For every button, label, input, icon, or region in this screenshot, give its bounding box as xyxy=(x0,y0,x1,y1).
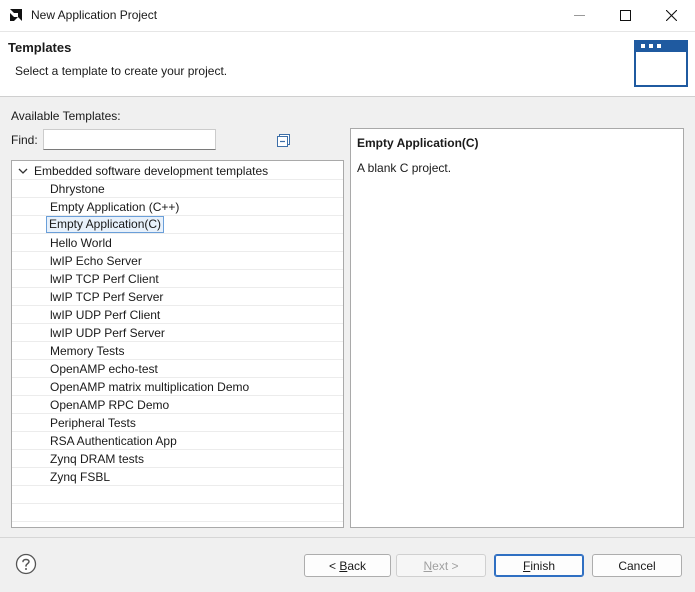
tree-item-label: Zynq FSBL xyxy=(50,470,111,484)
tree-item-label: lwIP UDP Perf Client xyxy=(50,308,161,322)
footer-divider xyxy=(0,537,695,538)
available-templates-label: Available Templates: xyxy=(11,109,121,123)
tree-category-label: Embedded software development templates xyxy=(34,164,269,178)
finish-button[interactable]: Finish xyxy=(494,554,584,577)
collapse-all-icon[interactable] xyxy=(276,133,291,148)
minimize-icon xyxy=(573,15,585,16)
description-title: Empty Application(C) xyxy=(357,136,479,150)
back-label-rest: ack xyxy=(347,558,367,573)
tree-item[interactable]: lwIP Echo Server xyxy=(12,252,343,270)
tree-item-label: Empty Application(C) xyxy=(46,216,165,233)
tree-item[interactable]: RSA Authentication App xyxy=(12,432,343,450)
tree-item[interactable]: lwIP TCP Perf Server xyxy=(12,288,343,306)
window-title: New Application Project xyxy=(31,8,158,22)
find-input[interactable] xyxy=(43,129,216,150)
back-mnemonic: B xyxy=(339,558,348,573)
close-icon xyxy=(665,10,677,21)
chevron-down-icon[interactable] xyxy=(18,167,28,175)
window-template-icon xyxy=(634,40,688,87)
tree-item-label: lwIP UDP Perf Server xyxy=(50,326,165,340)
close-button[interactable] xyxy=(648,0,694,31)
tree-item-label: OpenAMP matrix multiplication Demo xyxy=(50,380,250,394)
find-label: Find: xyxy=(11,133,38,147)
tree-item[interactable]: Empty Application (C++) xyxy=(12,198,343,216)
tree-item[interactable]: lwIP UDP Perf Client xyxy=(12,306,343,324)
tree-item-label: Zynq DRAM tests xyxy=(50,452,145,466)
tree-item[interactable]: lwIP TCP Perf Client xyxy=(12,270,343,288)
tree-item-label: lwIP Echo Server xyxy=(50,254,142,268)
template-description-panel: Empty Application(C) A blank C project. xyxy=(350,128,684,528)
maximize-button[interactable] xyxy=(602,0,648,31)
tree-empty-row xyxy=(12,486,343,504)
back-prefix: < xyxy=(328,558,340,573)
tree-item-label: OpenAMP echo-test xyxy=(50,362,158,376)
templates-tree[interactable]: Embedded software development templates … xyxy=(11,160,344,528)
tree-item-label: lwIP TCP Perf Server xyxy=(50,290,164,304)
tree-item[interactable]: Peripheral Tests xyxy=(12,414,343,432)
finish-label-rest: inish xyxy=(530,558,556,573)
wizard-header: Templates Select a template to create yo… xyxy=(0,32,695,97)
tree-item[interactable]: Dhrystone xyxy=(12,180,343,198)
tree-item-label: Dhrystone xyxy=(50,182,105,196)
tree-item[interactable]: OpenAMP echo-test xyxy=(12,360,343,378)
tree-item-label: OpenAMP RPC Demo xyxy=(50,398,170,412)
description-body: A blank C project. xyxy=(357,161,452,175)
page-title: Templates xyxy=(8,40,72,55)
amd-logo-icon xyxy=(10,9,22,21)
minimize-button[interactable] xyxy=(556,0,602,31)
tree-category-row[interactable]: Embedded software development templates xyxy=(12,162,343,180)
next-label-rest: ext > xyxy=(432,558,459,573)
tree-item-label: Peripheral Tests xyxy=(50,416,136,430)
maximize-icon xyxy=(619,10,631,21)
title-bar: New Application Project xyxy=(0,0,695,32)
tree-item-label: Memory Tests xyxy=(50,344,125,358)
tree-item-selected[interactable]: Empty Application(C) xyxy=(12,216,343,234)
tree-item[interactable]: Zynq DRAM tests xyxy=(12,450,343,468)
tree-item[interactable]: Hello World xyxy=(12,234,343,252)
tree-item-label: lwIP TCP Perf Client xyxy=(50,272,159,286)
cancel-button[interactable]: Cancel xyxy=(592,554,682,577)
tree-item-label: Hello World xyxy=(50,236,112,250)
next-mnemonic: N xyxy=(423,558,433,573)
tree-empty-row xyxy=(12,504,343,522)
tree-item[interactable]: Zynq FSBL xyxy=(12,468,343,486)
back-button[interactable]: < Back xyxy=(304,554,391,577)
tree-item[interactable]: lwIP UDP Perf Server xyxy=(12,324,343,342)
next-button[interactable]: Next > xyxy=(396,554,486,577)
finish-mnemonic: F xyxy=(522,558,531,573)
tree-item[interactable]: Memory Tests xyxy=(12,342,343,360)
tree-item[interactable]: OpenAMP matrix multiplication Demo xyxy=(12,378,343,396)
tree-item[interactable]: OpenAMP RPC Demo xyxy=(12,396,343,414)
tree-item-label: Empty Application (C++) xyxy=(50,200,180,214)
tree-item-label: RSA Authentication App xyxy=(50,434,177,448)
help-icon[interactable] xyxy=(15,553,37,575)
page-description: Select a template to create your project… xyxy=(15,64,228,78)
